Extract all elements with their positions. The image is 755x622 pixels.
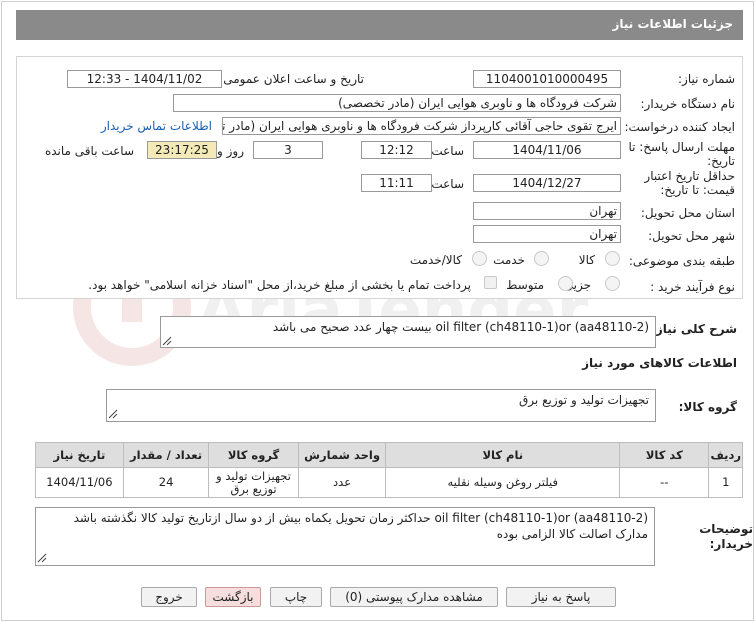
province-field: تهران [473,202,621,220]
city-label: شهر محل تحویل: [648,229,735,243]
attachments-button[interactable]: مشاهده مدارک پیوستی (0) [330,587,498,607]
col-header-qty: تعداد / مقدار [122,442,210,468]
buyer-notes-label-line2: خریدار: [709,537,753,551]
buyer-field: شرکت فرودگاه ها و ناوبری هوایی ایران (ما… [173,94,621,112]
cell-name: فیلتر روغن وسیله نقلیه [385,467,621,498]
city-field: تهران [473,225,621,243]
deadline-label-line1: مهلت ارسال پاسخ: تا [628,140,735,154]
col-header-unit: واحد شمارش [297,442,387,468]
page-title: جزئیات اطلاعات نیاز [16,10,743,40]
days-label: روز و [217,144,244,158]
deadline-time-field: 12:12 [361,141,432,159]
category-option-service: خدمت [493,253,525,267]
category-radio-service[interactable] [534,251,549,266]
goods-section-title: اطلاعات کالاهای مورد نیاز [582,356,737,370]
treasury-payment-checkbox[interactable] [484,276,497,289]
creator-label: ایجاد کننده درخواست: [624,120,735,134]
buyer-notes-label-line1: توضیحات [699,522,753,536]
validity-label-line2: قیمت: تا تاریخ: [660,183,735,197]
cell-group-line1: تجهیزات تولید و [216,468,291,483]
description-label: شرح کلی نیاز: [651,322,737,336]
cell-date: 1404/11/06 [35,467,124,498]
cell-group: تجهیزات تولید و توزیع برق [208,467,299,498]
buyer-notes-label: توضیحات خریدار: [699,522,753,552]
table-row[interactable]: 1 -- فیلتر روغن وسیله نقلیه عدد تجهیزات … [35,467,743,498]
reply-button[interactable]: پاسخ به نیاز [506,587,616,607]
validity-label-line1: حداقل تاریخ اعتبار [644,169,735,183]
description-textarea: oil filter (ch48110-1)or (aa48110-2) بیس… [160,316,656,348]
process-radio-medium[interactable] [558,276,573,291]
buyer-notes-textarea: oil filter (ch48110-1)or (aa48110-2) حدا… [35,507,655,566]
process-label: نوع فرآیند خرید : [650,280,735,294]
col-header-group: گروه کالا [208,442,299,468]
resize-grip-icon[interactable] [162,336,172,346]
deadline-date-field: 1404/11/06 [473,141,621,159]
cell-index: 1 [708,467,743,498]
validity-date-field: 1404/12/27 [473,174,621,192]
category-option-goods-service: کالا/خدمت [409,253,462,267]
buyer-label: نام دستگاه خریدار: [640,97,736,111]
need-details-panel: جزئیات اطلاعات نیاز AriaTender.net شماره… [1,1,754,621]
col-header-name: نام کالا [385,442,621,468]
remaining-label: ساعت باقی مانده [44,144,134,158]
process-radio-minor[interactable] [605,276,620,291]
print-button[interactable]: چاپ [270,587,322,607]
goods-group-label: گروه کالا: [678,400,737,414]
col-header-index: ردیف [708,442,743,468]
creator-field: ایرج تقوی حاجی آقائی کارپرداز شرکت فرودگ… [222,117,621,135]
col-header-code: کد کالا [619,442,710,468]
days-remaining-field: 3 [253,141,323,159]
goods-table: ردیف کد کالا نام کالا واحد شمارش گروه کا… [35,442,743,498]
deadline-time-label: ساعت [431,144,464,158]
category-radio-goods[interactable] [605,251,620,266]
cell-code: -- [619,467,710,498]
goods-group-textarea: تجهیزات تولید و توزیع برق [106,389,656,422]
remaining-time-field: 23:17:25 [147,141,217,159]
validity-label: حداقل تاریخ اعتبار قیمت: تا تاریخ: [644,169,735,197]
announce-label: تاریخ و ساعت اعلان عمومی: [219,72,364,86]
validity-time-field: 11:11 [361,174,432,192]
resize-grip-icon[interactable] [108,409,118,419]
category-option-goods: کالا [578,253,595,267]
resize-grip-icon[interactable] [37,553,47,563]
need-number-field: 1104001010000495 [473,70,621,88]
treasury-payment-note: پرداخت تمام یا بخشی از مبلغ خرید،از محل … [88,278,471,292]
cell-group-line2: توزیع برق [230,481,277,496]
col-header-date: تاریخ نیاز [35,442,124,468]
category-radio-goods-service[interactable] [472,251,487,266]
deadline-label: مهلت ارسال پاسخ: تا تاریخ: [628,140,735,168]
province-label: استان محل تحویل: [640,206,735,220]
buyer-contact-link[interactable]: اطلاعات تماس خریدار [101,119,212,133]
validity-time-label: ساعت [431,177,464,191]
announce-field: 1404/11/02 - 12:33 [67,70,222,88]
need-number-label: شماره نیاز: [678,72,735,86]
deadline-label-line2: تاریخ: [707,154,735,168]
cell-unit: عدد [297,467,387,498]
cell-qty: 24 [122,467,210,498]
process-option-medium: متوسط [506,278,544,292]
table-header-row: ردیف کد کالا نام کالا واحد شمارش گروه کا… [35,442,743,468]
category-label: طبقه بندی موضوعی: [628,254,735,268]
back-button[interactable]: بازگشت [205,587,261,607]
exit-button[interactable]: خروج [141,587,197,607]
